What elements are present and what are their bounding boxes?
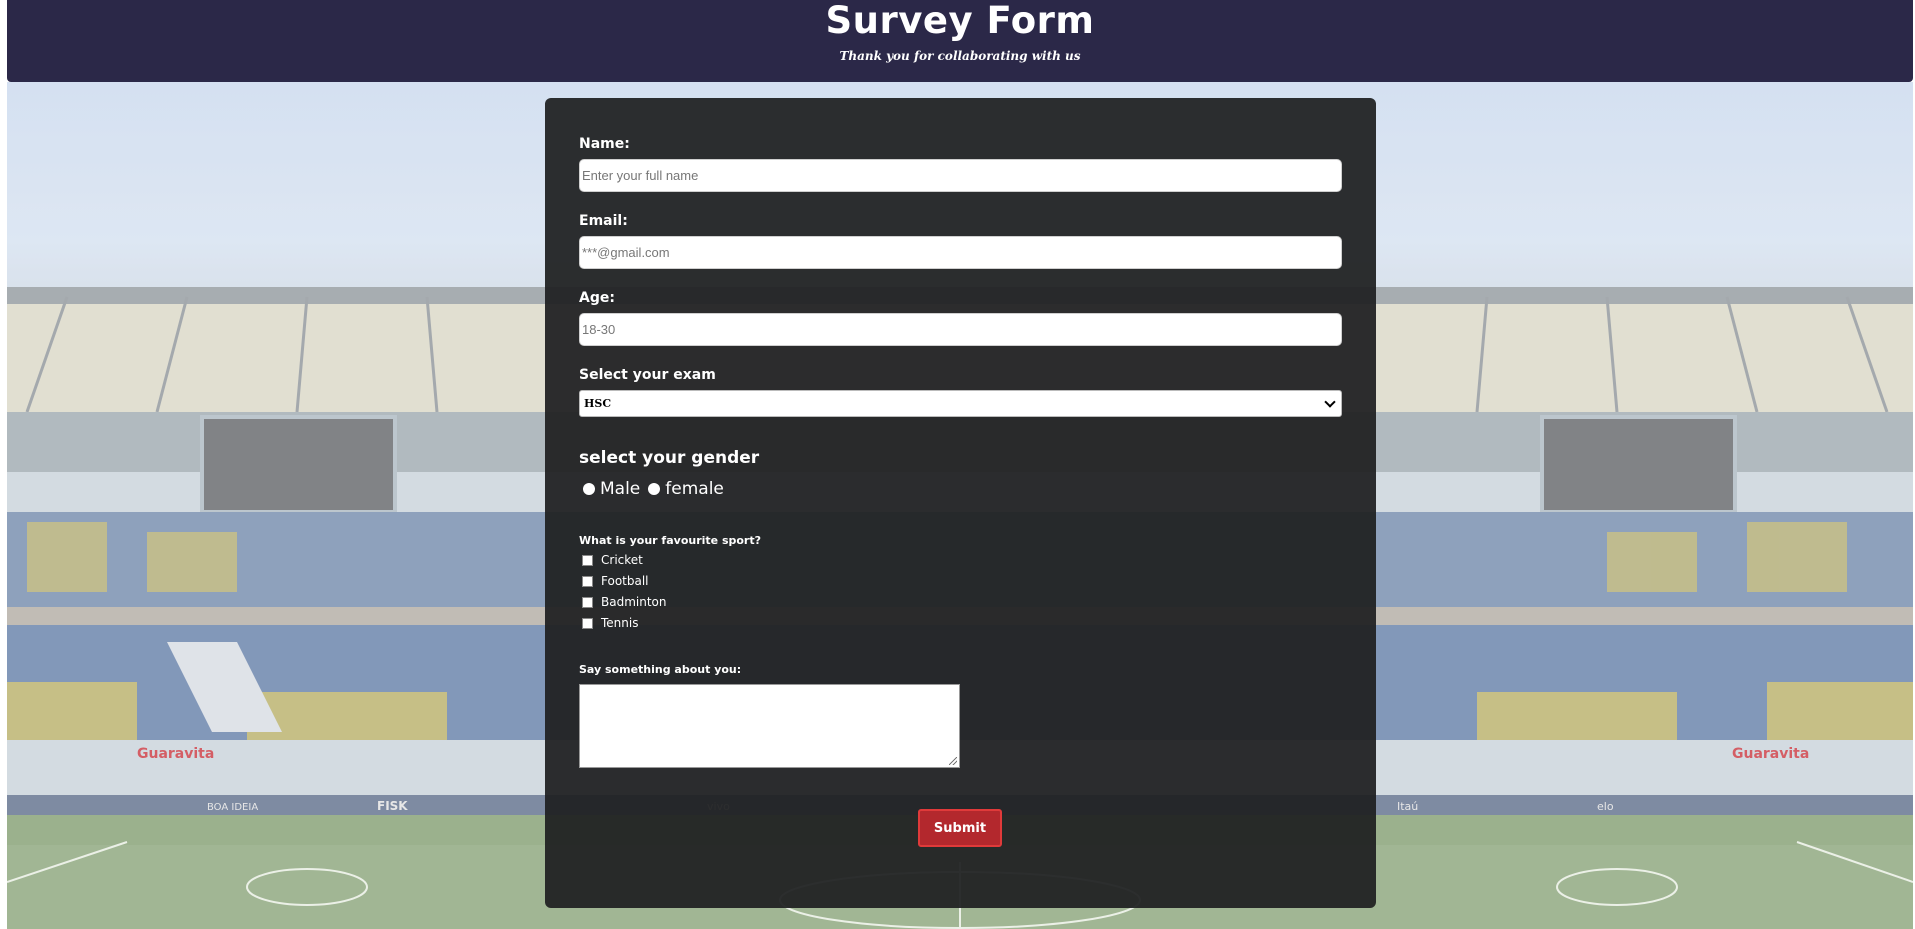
gender-label: select your gender [579,448,760,468]
sport-option-tennis[interactable]: Tennis [582,616,638,630]
gender-option-male[interactable]: Male [583,479,640,499]
gender-option-label: Male [600,479,641,499]
radio-button[interactable] [648,483,661,495]
name-field[interactable] [579,159,1342,192]
submit-button[interactable]: Submit [918,809,1002,847]
gender-option-female[interactable]: female [648,479,724,499]
checkbox[interactable] [582,617,593,629]
resize-handle-icon[interactable] [949,757,957,765]
about-textarea[interactable] [579,684,960,768]
radio-button[interactable] [583,483,595,495]
age-label: Age: [579,290,615,306]
sport-label: What is your favourite sport? [579,534,761,547]
exam-select-value: HSC [584,397,612,410]
gender-radio-group: Male female [583,479,732,499]
sport-option-label: Badminton [601,595,667,609]
email-label: Email: [579,213,628,229]
exam-label: Select your exam [579,367,716,383]
page-title: Survey Form [825,0,1095,42]
exam-select[interactable]: HSC [579,390,1342,417]
checkbox[interactable] [582,554,593,566]
page-subtitle: Thank you for collaborating with us [839,49,1081,63]
chevron-down-icon [1324,396,1336,408]
gender-option-label: female [665,479,724,499]
age-field[interactable] [579,313,1342,346]
sport-option-cricket[interactable]: Cricket [582,553,643,567]
checkbox[interactable] [582,575,593,587]
sport-option-badminton[interactable]: Badminton [582,595,666,609]
sport-option-label: Football [601,574,649,588]
about-label: Say something about you: [579,663,742,676]
sport-option-label: Tennis [601,616,639,630]
page-header: Survey Form Thank you for collaborating … [7,0,1913,82]
sport-option-label: Cricket [601,553,643,567]
sport-option-football[interactable]: Football [582,574,649,588]
checkbox[interactable] [582,596,593,608]
email-field[interactable] [579,236,1342,269]
survey-form-card: Name: Email: Age: Select your exam HSC s… [545,98,1376,908]
name-label: Name: [579,136,630,152]
